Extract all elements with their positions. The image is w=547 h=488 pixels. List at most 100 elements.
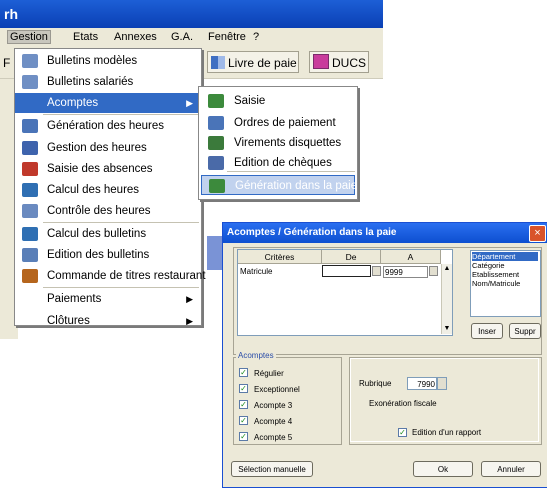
criteria-grid: Critères De A Matricule 9999 ▲ ▼	[237, 249, 453, 336]
gestion-menu-item-label: Génération des heures	[47, 120, 164, 132]
criteria-list-item[interactable]: Département	[472, 252, 538, 261]
acomptes-submenu-item-label: Génération dans la paie	[235, 180, 358, 192]
menu-separator	[43, 114, 199, 115]
rubrique-lookup-button[interactable]	[437, 377, 447, 390]
acomptes-submenu-item-label: Saisie	[234, 95, 266, 107]
criteria-header-a: A	[381, 250, 441, 264]
acompte-checkbox-label: Exceptionnel	[254, 385, 300, 394]
gestion-menu-item[interactable]: Commande de titres restaurant	[15, 266, 206, 286]
acompte-checkbox-label: Régulier	[254, 369, 284, 378]
order-icon	[208, 116, 224, 130]
de-lookup-button[interactable]	[372, 266, 381, 276]
menubar: Gestion Etats Annexes G.A. Fenêtre ?	[0, 28, 383, 48]
edit-icon	[208, 94, 224, 108]
acompte-checkbox-label: Acompte 4	[254, 417, 293, 426]
document-icon	[22, 75, 38, 89]
submenu-arrow-icon: ▶	[186, 294, 193, 304]
criteria-cell-critere: Matricule	[240, 267, 273, 276]
acompte-checkbox[interactable]: ✓	[239, 400, 248, 409]
edition-rapport-label: Edition d'un rapport	[412, 428, 482, 437]
gestion-menu-item-label: Calcul des bulletins	[47, 228, 147, 240]
scroll-down-icon[interactable]: ▼	[442, 324, 452, 334]
criteria-list-item[interactable]: Catégorie	[472, 261, 538, 270]
scroll-up-icon[interactable]: ▲	[442, 264, 452, 274]
dialog-close-button[interactable]: ×	[529, 225, 546, 242]
gestion-menu-item-label: Paiements	[47, 293, 102, 305]
gestion-menu-item-label: Saisie des absences	[47, 163, 153, 175]
gestion-menu-item[interactable]: Acomptes ▶	[15, 93, 201, 113]
acomptes-submenu: Saisie Ordres de paiement Virements disque…	[198, 86, 358, 200]
a-lookup-button[interactable]	[429, 266, 438, 276]
criteria-list-item[interactable]: Nom/Matricule	[472, 279, 538, 288]
clock-icon	[22, 141, 38, 155]
menu-etats[interactable]: Etats	[73, 31, 98, 43]
acomptes-submenu-item[interactable]: Virements disquettes	[201, 133, 355, 153]
gestion-menu-item-label: Acomptes	[47, 97, 99, 109]
gestion-menu-item[interactable]: Calcul des bulletins	[15, 224, 201, 244]
edition-rapport-checkbox[interactable]: ✓	[398, 428, 407, 437]
window-titlebar[interactable]: rh	[0, 0, 383, 28]
gestion-menu-item[interactable]: Calcul des heures	[15, 180, 201, 200]
gestion-menu-item[interactable]: Génération des heures	[15, 116, 201, 136]
acompte-checkbox[interactable]: ✓	[239, 416, 248, 425]
criteria-header-critere: Critères	[238, 250, 322, 264]
cancel-button[interactable]: Annuler	[481, 461, 541, 477]
acomptes-submenu-item-label: Edition de chèques	[234, 157, 332, 169]
gestion-menu-item[interactable]: Gestion des heures	[15, 138, 201, 158]
menu-separator	[227, 171, 355, 172]
gestion-menu-item[interactable]: Saisie des absences	[15, 159, 201, 179]
acompte-checkbox[interactable]: ✓	[239, 432, 248, 441]
criteria-de-input[interactable]	[322, 265, 371, 277]
rubrique-input[interactable]: 7990	[407, 377, 437, 390]
menu-gestion[interactable]: Gestion	[7, 30, 51, 44]
criteria-list[interactable]: Département Catégorie Etablissement Nom/…	[470, 250, 541, 317]
acomptes-submenu-item[interactable]: Edition de chèques	[201, 153, 355, 173]
menu-help[interactable]: ?	[253, 31, 259, 43]
menu-annexes[interactable]: Annexes	[114, 31, 157, 43]
criteria-scrollbar[interactable]: ▲ ▼	[441, 264, 452, 334]
criteria-a-input[interactable]: 9999	[383, 266, 428, 278]
selection-manuelle-button[interactable]: Sélection manuelle	[231, 461, 313, 477]
menu-separator	[43, 287, 199, 288]
ducs-button[interactable]: DUCS	[309, 51, 369, 73]
gestion-menu-item-label: Bulletins modèles	[47, 55, 138, 67]
window-title: rh	[4, 6, 18, 22]
acomptes-group-legend: Acomptes	[236, 351, 276, 360]
acompte-checkbox[interactable]: ✓	[239, 384, 248, 393]
gestion-menu-item-label: Commande de titres restaurant	[47, 270, 206, 282]
gestion-menu-item-label: Bulletins salariés	[47, 76, 134, 88]
gestion-menu-item[interactable]: Bulletins salariés	[15, 72, 201, 92]
gestion-menu-item[interactable]: Contrôle des heures	[15, 201, 201, 221]
dialog-titlebar[interactable]: Acomptes / Génération dans la paie	[223, 223, 547, 243]
acomptes-submenu-item[interactable]: Saisie	[201, 91, 355, 111]
rubrique-label: Rubrique	[359, 379, 392, 388]
gestion-menu-item-label: Calcul des heures	[47, 184, 140, 196]
submenu-arrow-icon: ▶	[186, 316, 193, 326]
document-icon	[22, 54, 38, 68]
check-print-icon	[208, 156, 224, 170]
exoneration-label: Exonération fiscale	[369, 399, 437, 408]
acomptes-submenu-item[interactable]: Ordres de paiement	[201, 113, 355, 133]
gestion-menu-item-label: Edition des bulletins	[47, 249, 150, 261]
criteria-list-item[interactable]: Etablissement	[472, 270, 538, 279]
gestion-menu-item[interactable]: Bulletins modèles	[15, 51, 201, 71]
acomptes-submenu-item[interactable]: Génération dans la paie	[201, 175, 358, 195]
toolbar-partial-label: F	[3, 56, 11, 70]
gestion-menu-item[interactable]: Paiements ▶	[15, 289, 201, 309]
calc-icon	[22, 227, 38, 241]
acompte-checkbox[interactable]: ✓	[239, 368, 248, 377]
close-icon: ×	[534, 227, 541, 239]
gestion-menu-item-label: Contrôle des heures	[47, 205, 151, 217]
livre-de-paie-button[interactable]: Livre de paie	[207, 51, 299, 73]
menu-fenetre[interactable]: Fenêtre	[208, 31, 246, 43]
ok-button[interactable]: Ok	[413, 461, 473, 477]
gestion-menu-item-label: Clôtures	[47, 315, 90, 327]
menu-ga[interactable]: G.A.	[171, 31, 193, 43]
gestion-menu-item[interactable]: Edition des bulletins	[15, 245, 201, 265]
gestion-menu-item[interactable]: Clôtures ▶	[15, 311, 201, 331]
acompte-checkbox-label: Acompte 3	[254, 401, 293, 410]
delete-button[interactable]: Suppr	[509, 323, 541, 339]
absence-icon	[22, 162, 38, 176]
insert-button[interactable]: Inser	[471, 323, 503, 339]
gestion-menu: Bulletins modèles Bulletins salariés Acomp…	[14, 48, 206, 327]
